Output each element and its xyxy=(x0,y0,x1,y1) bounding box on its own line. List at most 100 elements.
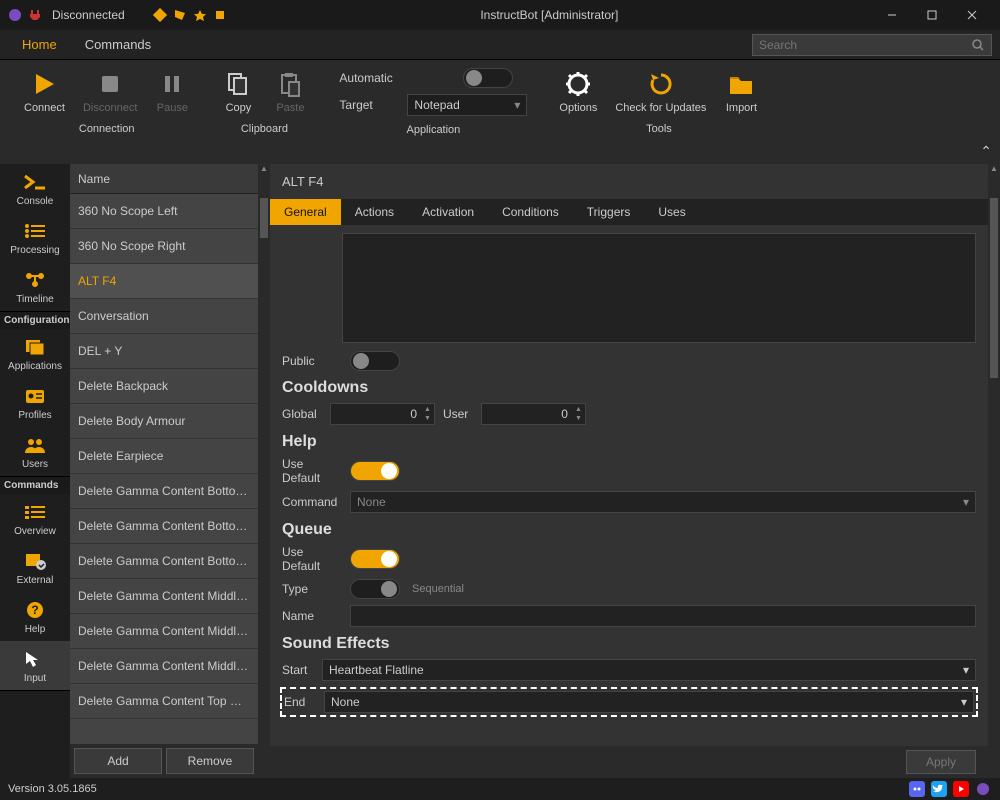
paste-button[interactable]: Paste xyxy=(265,64,315,119)
ribbon-collapse-button[interactable]: ⌃ xyxy=(980,143,992,160)
detail-tab-uses[interactable]: Uses xyxy=(644,199,699,225)
version-label: Version 3.05.1865 xyxy=(8,783,97,795)
detail-panel: ALT F4 GeneralActionsActivationCondition… xyxy=(270,164,988,778)
search-input[interactable] xyxy=(759,38,971,52)
disconnect-button[interactable]: Disconnect xyxy=(75,64,145,119)
input-icon xyxy=(21,647,49,671)
user-label: User xyxy=(443,407,473,421)
status-icon-4 xyxy=(213,8,227,22)
connect-button[interactable]: Connect xyxy=(16,64,73,119)
tab-commands[interactable]: Commands xyxy=(71,31,165,58)
command-list-item[interactable]: DEL + Y xyxy=(70,334,258,369)
menu-bar: Home Commands xyxy=(0,30,1000,60)
stop-icon xyxy=(94,68,126,100)
command-list-item[interactable]: Delete Gamma Content Bottom L... xyxy=(70,509,258,544)
nav-overview[interactable]: Overview xyxy=(0,494,70,543)
description-textarea[interactable] xyxy=(342,233,976,343)
close-button[interactable] xyxy=(952,0,992,30)
twitter-icon[interactable] xyxy=(930,780,948,798)
copy-icon xyxy=(222,68,254,100)
plug-icon xyxy=(28,8,42,22)
global-label: Global xyxy=(282,407,322,421)
help-command-dropdown[interactable]: None xyxy=(350,491,976,513)
public-toggle[interactable] xyxy=(350,351,400,371)
users-icon xyxy=(21,433,49,457)
minimize-button[interactable] xyxy=(872,0,912,30)
svg-text:?: ? xyxy=(31,603,38,617)
automatic-label: Automatic xyxy=(339,71,399,85)
remove-button[interactable]: Remove xyxy=(166,748,254,774)
maximize-button[interactable] xyxy=(912,0,952,30)
command-list-item[interactable]: Delete Earpiece xyxy=(70,439,258,474)
sound-start-label: Start xyxy=(282,663,314,677)
command-list-header[interactable]: Name xyxy=(70,164,258,194)
nav-applications[interactable]: Applications xyxy=(0,329,70,378)
sound-start-dropdown[interactable]: Heartbeat Flatline xyxy=(322,659,976,681)
nav-processing[interactable]: Processing xyxy=(0,213,70,262)
user-spinner[interactable]: ▲▼ xyxy=(481,403,586,425)
command-list-item[interactable]: Delete Gamma Content Middle C... xyxy=(70,579,258,614)
status-bar: Version 3.05.1865 xyxy=(0,778,1000,800)
command-list-item[interactable]: Delete Body Armour xyxy=(70,404,258,439)
target-dropdown[interactable]: Notepad xyxy=(407,94,527,116)
command-list-item[interactable]: ALT F4 xyxy=(70,264,258,299)
command-list-item[interactable]: 360 No Scope Right xyxy=(70,229,258,264)
left-nav: Console Processing Timeline Configuratio… xyxy=(0,164,70,778)
detail-tab-triggers[interactable]: Triggers xyxy=(573,199,645,225)
detail-scrollbar[interactable]: ▲ xyxy=(988,164,1000,778)
command-list-scrollbar[interactable]: ▲ xyxy=(258,164,270,778)
youtube-icon[interactable] xyxy=(952,780,970,798)
add-button[interactable]: Add xyxy=(74,748,162,774)
discord-icon[interactable] xyxy=(908,780,926,798)
help-icon: ? xyxy=(21,598,49,622)
options-button[interactable]: Options xyxy=(551,64,605,119)
apply-button[interactable]: Apply xyxy=(906,750,976,774)
check-updates-button[interactable]: Check for Updates xyxy=(607,64,714,119)
command-list-item[interactable]: Delete Gamma Content Bottom ... xyxy=(70,474,258,509)
automatic-toggle[interactable] xyxy=(463,68,513,88)
pause-button[interactable]: Pause xyxy=(147,64,197,119)
search-box[interactable] xyxy=(752,34,992,56)
detail-tab-conditions[interactable]: Conditions xyxy=(488,199,573,225)
command-list-item[interactable]: Delete Gamma Content Top Cen... xyxy=(70,684,258,719)
queue-type-toggle[interactable] xyxy=(350,579,400,599)
cooldowns-heading: Cooldowns xyxy=(282,379,976,397)
status-icon-2 xyxy=(173,8,187,22)
help-default-toggle[interactable] xyxy=(350,461,400,481)
copy-button[interactable]: Copy xyxy=(213,64,263,119)
detail-tab-activation[interactable]: Activation xyxy=(408,199,488,225)
nav-users[interactable]: Users xyxy=(0,427,70,476)
help-default-label: Use Default xyxy=(282,457,342,485)
nav-console[interactable]: Console xyxy=(0,164,70,213)
queue-default-toggle[interactable] xyxy=(350,549,400,569)
command-list-item[interactable]: 360 No Scope Left xyxy=(70,194,258,229)
pause-icon xyxy=(156,68,188,100)
ribbon-group-clipboard: Copy Paste Clipboard xyxy=(205,64,323,164)
command-list-body[interactable]: 360 No Scope Left360 No Scope RightALT F… xyxy=(70,194,258,744)
nav-input[interactable]: Input xyxy=(0,641,70,690)
detail-tab-actions[interactable]: Actions xyxy=(341,199,408,225)
command-list-item[interactable]: Conversation xyxy=(70,299,258,334)
apps-icon xyxy=(21,335,49,359)
command-list-item[interactable]: Delete Backpack xyxy=(70,369,258,404)
tab-home[interactable]: Home xyxy=(8,31,71,58)
paste-icon xyxy=(274,68,306,100)
nav-help[interactable]: ? Help xyxy=(0,592,70,641)
public-label: Public xyxy=(282,354,342,368)
folder-icon xyxy=(725,68,757,100)
nav-external[interactable]: External xyxy=(0,543,70,592)
import-button[interactable]: Import xyxy=(716,64,766,119)
command-list-item[interactable]: Delete Gamma Content Middle Ri... xyxy=(70,649,258,684)
search-icon xyxy=(971,38,985,52)
global-spinner[interactable]: ▲▼ xyxy=(330,403,435,425)
queue-name-label: Name xyxy=(282,609,342,623)
nav-timeline[interactable]: Timeline xyxy=(0,262,70,311)
window-title: InstructBot [Administrator] xyxy=(227,8,872,22)
command-list-item[interactable]: Delete Gamma Content Middle L... xyxy=(70,614,258,649)
sound-end-dropdown[interactable]: None xyxy=(324,691,974,713)
detail-tab-general[interactable]: General xyxy=(270,199,341,225)
queue-name-input[interactable] xyxy=(350,605,976,627)
command-list-item[interactable]: Delete Gamma Content Bottom ... xyxy=(70,544,258,579)
nav-profiles[interactable]: Profiles xyxy=(0,378,70,427)
bot-icon[interactable] xyxy=(974,780,992,798)
